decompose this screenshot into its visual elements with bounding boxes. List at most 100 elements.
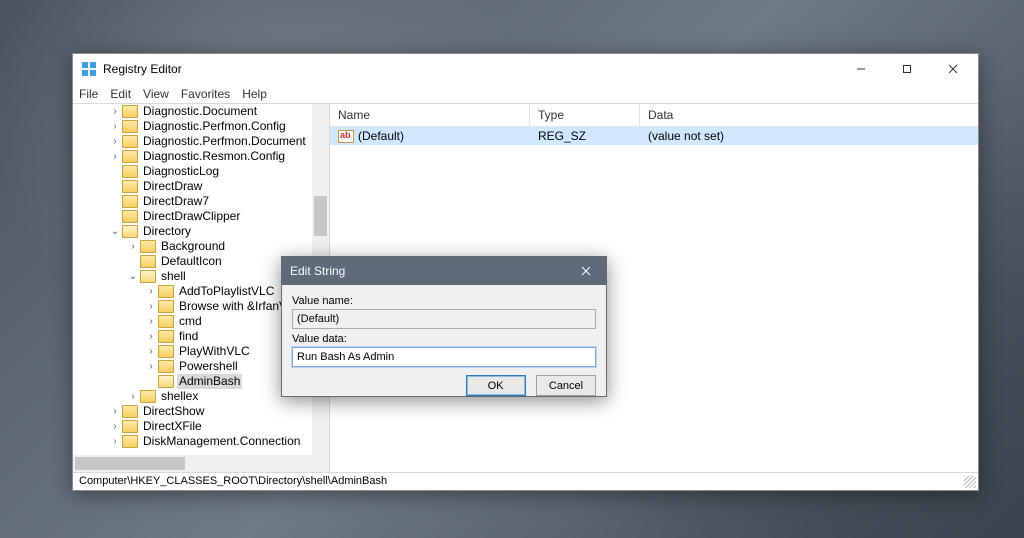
tree-item-label: DirectXFile xyxy=(141,419,204,434)
tree-item-label: DirectDrawClipper xyxy=(141,209,242,224)
chevron-right-icon[interactable]: › xyxy=(109,434,121,449)
scrollbar-thumb[interactable] xyxy=(314,196,327,236)
tree-item-label: Powershell xyxy=(177,359,240,374)
value-row[interactable]: (Default) REG_SZ (value not set) xyxy=(330,127,978,145)
titlebar[interactable]: Registry Editor xyxy=(73,54,978,84)
app-icon xyxy=(81,61,97,77)
folder-icon xyxy=(122,180,138,193)
chevron-right-icon[interactable]: › xyxy=(145,359,157,374)
tree-item[interactable]: › Diagnostic.Resmon.Config xyxy=(73,149,312,164)
chevron-right-icon[interactable]: › xyxy=(109,119,121,134)
tree-item-label: Directory xyxy=(141,224,193,239)
tree-item[interactable]: DirectDraw7 xyxy=(73,194,312,209)
tree-item-label: Diagnostic.Resmon.Config xyxy=(141,149,287,164)
chevron-right-icon[interactable]: › xyxy=(145,299,157,314)
chevron-down-icon[interactable]: ⌄ xyxy=(109,224,121,239)
dialog-titlebar[interactable]: Edit String xyxy=(282,257,606,285)
dialog-title: Edit String xyxy=(290,264,345,278)
edit-string-dialog: Edit String Value name: Value data: OK C… xyxy=(281,256,607,397)
chevron-right-icon[interactable]: › xyxy=(145,329,157,344)
chevron-right-icon[interactable]: › xyxy=(145,344,157,359)
tree-item[interactable]: › AddToPlaylistVLC xyxy=(73,284,312,299)
list-header: Name Type Data xyxy=(330,104,978,127)
cancel-button[interactable]: Cancel xyxy=(536,375,596,396)
tree-item[interactable]: › DiskManagement.Connection xyxy=(73,434,312,449)
tree-item[interactable]: DirectDrawClipper xyxy=(73,209,312,224)
registry-tree[interactable]: ›Diagnostic.Document›Diagnostic.Perfmon.… xyxy=(73,104,312,455)
folder-icon xyxy=(122,105,138,118)
folder-icon xyxy=(122,405,138,418)
value-data-label: Value data: xyxy=(292,333,596,345)
tree-item[interactable]: › DirectXFile xyxy=(73,419,312,434)
tree-item[interactable]: ⌄ Directory xyxy=(73,224,312,239)
chevron-right-icon[interactable]: › xyxy=(127,389,139,404)
value-data-input[interactable] xyxy=(292,347,596,367)
tree-item[interactable]: ›PlayWithVLC xyxy=(73,344,312,359)
chevron-right-icon[interactable]: › xyxy=(145,314,157,329)
tree-item[interactable]: ›find xyxy=(73,329,312,344)
tree-item-label: Diagnostic.Perfmon.Document xyxy=(141,134,308,149)
menu-view[interactable]: View xyxy=(143,87,169,101)
scrollbar-corner xyxy=(312,455,329,472)
folder-icon xyxy=(122,210,138,223)
tree-item[interactable]: DirectDraw xyxy=(73,179,312,194)
tree-item[interactable]: ›Diagnostic.Perfmon.Config xyxy=(73,119,312,134)
column-name[interactable]: Name xyxy=(330,104,530,126)
tree-item-label: DefaultIcon xyxy=(159,254,224,269)
chevron-down-icon[interactable]: ⌄ xyxy=(127,269,139,284)
minimize-button[interactable] xyxy=(838,54,884,84)
column-data[interactable]: Data xyxy=(640,104,978,126)
tree-item[interactable]: ›Background xyxy=(73,239,312,254)
folder-icon xyxy=(122,135,138,148)
folder-icon xyxy=(158,330,174,343)
maximize-button[interactable] xyxy=(884,54,930,84)
resize-grip[interactable] xyxy=(964,476,976,488)
folder-icon xyxy=(158,375,174,388)
folder-icon xyxy=(122,120,138,133)
tree-item[interactable]: ›cmd xyxy=(73,314,312,329)
tree-item-label: DirectDraw7 xyxy=(141,194,211,209)
tree-item[interactable]: ⌄shell xyxy=(73,269,312,284)
tree-item[interactable]: › Diagnostic.Perfmon.Document xyxy=(73,134,312,149)
menu-favorites[interactable]: Favorites xyxy=(181,87,230,101)
tree-item-label: DirectShow xyxy=(141,404,206,419)
value-name-input[interactable] xyxy=(292,309,596,329)
tree-item-label: shellex xyxy=(159,389,200,404)
menu-edit[interactable]: Edit xyxy=(110,87,131,101)
tree-item-label: DirectDraw xyxy=(141,179,204,194)
window-title: Registry Editor xyxy=(103,62,182,76)
close-button[interactable] xyxy=(930,54,976,84)
tree-item[interactable]: ›Browse with &IrfanView xyxy=(73,299,312,314)
chevron-right-icon[interactable]: › xyxy=(127,239,139,254)
column-type[interactable]: Type xyxy=(530,104,640,126)
menu-file[interactable]: File xyxy=(79,87,98,101)
dialog-close-button[interactable] xyxy=(566,257,606,285)
menubar: File Edit View Favorites Help xyxy=(73,84,978,104)
menu-help[interactable]: Help xyxy=(242,87,267,101)
tree-item[interactable]: › DirectShow xyxy=(73,404,312,419)
tree-item[interactable]: › shellex xyxy=(73,389,312,404)
chevron-right-icon[interactable]: › xyxy=(145,284,157,299)
folder-icon xyxy=(122,150,138,163)
tree-item[interactable]: DefaultIcon xyxy=(73,254,312,269)
folder-icon xyxy=(158,285,174,298)
chevron-right-icon[interactable]: › xyxy=(109,149,121,164)
tree-item-label: Diagnostic.Document xyxy=(141,104,259,119)
ok-button[interactable]: OK xyxy=(466,375,526,396)
tree-item-label: DiskManagement.Connection xyxy=(141,434,302,449)
folder-icon xyxy=(122,165,138,178)
tree-item[interactable]: DiagnosticLog xyxy=(73,164,312,179)
chevron-right-icon[interactable]: › xyxy=(109,134,121,149)
chevron-right-icon[interactable]: › xyxy=(109,419,121,434)
folder-icon xyxy=(158,345,174,358)
tree-item[interactable]: › Diagnostic.Document xyxy=(73,104,312,119)
tree-item[interactable]: › Powershell xyxy=(73,359,312,374)
value-type: REG_SZ xyxy=(530,129,640,143)
scrollbar-thumb[interactable] xyxy=(75,457,185,470)
chevron-right-icon[interactable]: › xyxy=(109,104,121,119)
folder-icon xyxy=(122,420,138,433)
tree-item[interactable]: AdminBash xyxy=(73,374,312,389)
tree-item-label: AddToPlaylistVLC xyxy=(177,284,276,299)
chevron-right-icon[interactable]: › xyxy=(109,404,121,419)
tree-horizontal-scrollbar[interactable] xyxy=(73,455,312,472)
